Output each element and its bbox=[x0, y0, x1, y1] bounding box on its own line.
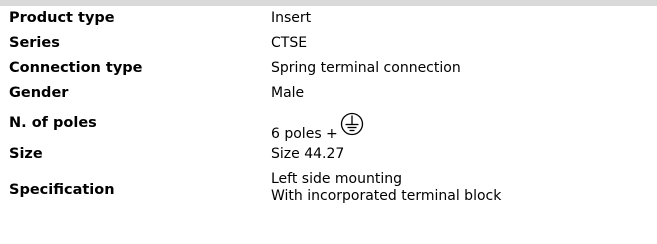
row-value: Male bbox=[271, 85, 305, 101]
row-value-container: 6 poles + bbox=[271, 112, 364, 143]
table-row: Series CTSE bbox=[0, 32, 657, 57]
row-value: Spring terminal connection bbox=[271, 60, 461, 76]
table-row: Connection type Spring terminal connecti… bbox=[0, 57, 657, 82]
row-label: Gender bbox=[9, 85, 69, 101]
protective-earth-icon bbox=[340, 112, 364, 141]
table-row: N. of poles 6 poles + bbox=[0, 107, 657, 143]
row-value: 6 poles + bbox=[271, 126, 338, 142]
row-label: Series bbox=[9, 35, 60, 51]
row-value: CTSE bbox=[271, 35, 308, 51]
row-value: Size 44.27 bbox=[271, 146, 345, 162]
table-row: Gender Male bbox=[0, 82, 657, 107]
row-label: Connection type bbox=[9, 60, 143, 76]
row-label: Specification bbox=[9, 182, 115, 198]
row-label: Size bbox=[9, 146, 43, 162]
table-row: Product type Insert bbox=[0, 6, 657, 32]
table-row: Size Size 44.27 bbox=[0, 143, 657, 168]
spec-table: Product type Insert Series CTSE Connecti… bbox=[0, 6, 657, 213]
row-label: Product type bbox=[9, 10, 115, 26]
row-value: Insert bbox=[271, 10, 312, 26]
table-row: Specification Left side mounting With in… bbox=[0, 168, 657, 213]
row-value-line: Left side mounting bbox=[271, 171, 403, 187]
row-value-multiline: Left side mounting With incorporated ter… bbox=[271, 171, 501, 205]
row-value-line: With incorporated terminal block bbox=[271, 188, 502, 204]
row-label: N. of poles bbox=[9, 115, 97, 131]
